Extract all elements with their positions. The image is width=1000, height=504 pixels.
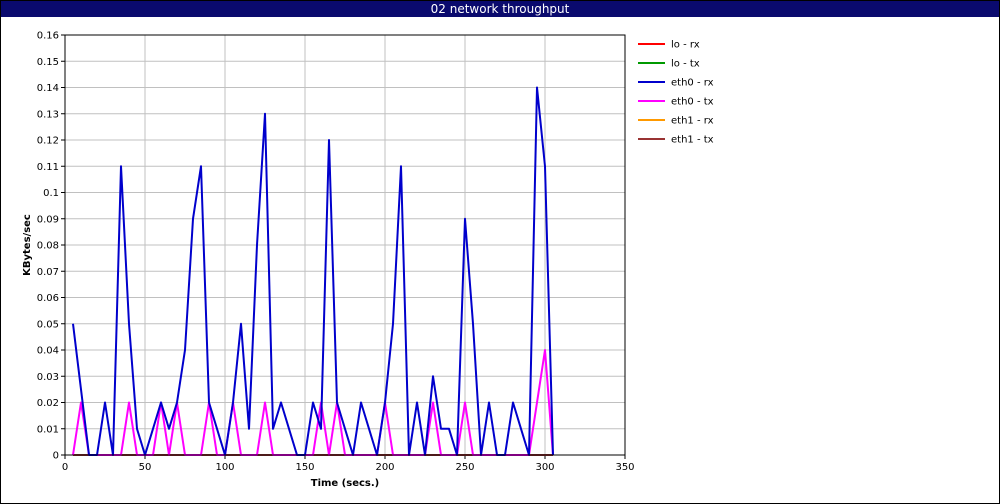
x-tick-label: 100 (215, 462, 234, 473)
y-tick-label: 0.11 (37, 162, 59, 173)
y-tick-label: 0.08 (37, 241, 59, 252)
y-tick-label: 0.14 (37, 83, 59, 94)
chart-canvas: 0 0.01 0.02 0.03 0.04 0.05 0.06 0.07 0.08 0.09 0.1… (22, 31, 714, 490)
y-tick-label: 0.05 (37, 319, 59, 330)
y-tick-label: 0.15 (37, 57, 59, 68)
y-tick-label: 0.03 (37, 372, 59, 383)
x-tick-label: 250 (455, 462, 474, 473)
y-tick-label: 0.01 (37, 424, 59, 435)
x-tick-label: 50 (139, 462, 152, 473)
y-tick-label: 0.16 (37, 31, 59, 42)
y-tick-label: 0.06 (37, 293, 59, 304)
legend-label: eth1 - tx (671, 135, 714, 146)
x-tick-label: 200 (375, 462, 394, 473)
grid (61, 34, 626, 459)
x-tick-label: 300 (535, 462, 554, 473)
x-tick-label: 150 (295, 462, 314, 473)
y-tick-label: 0.1 (43, 188, 59, 199)
legend-label: eth0 - tx (671, 97, 714, 108)
legend-label: lo - rx (671, 40, 700, 51)
x-tick-label: 0 (62, 462, 68, 473)
legend-label: eth0 - rx (671, 78, 714, 89)
x-axis-label: Time (secs.) (311, 478, 380, 489)
legend-label: lo - tx (671, 59, 700, 70)
y-tick-label: 0.12 (37, 136, 59, 147)
y-tick-label: 0.13 (37, 109, 59, 120)
y-tick-label: 0.04 (37, 346, 59, 357)
y-tick-label: 0.02 (37, 398, 59, 409)
y-axis-label: KBytes/sec (22, 214, 33, 276)
y-tick-label: 0.09 (37, 214, 59, 225)
x-tick-label: 350 (615, 462, 634, 473)
y-tick-label: 0 (53, 451, 59, 462)
legend-label: eth1 - rx (671, 116, 714, 127)
y-tick-label: 0.07 (37, 267, 59, 278)
legend: lo - rx lo - tx eth0 - rx eth0 - tx eth1 - r… (638, 40, 714, 146)
